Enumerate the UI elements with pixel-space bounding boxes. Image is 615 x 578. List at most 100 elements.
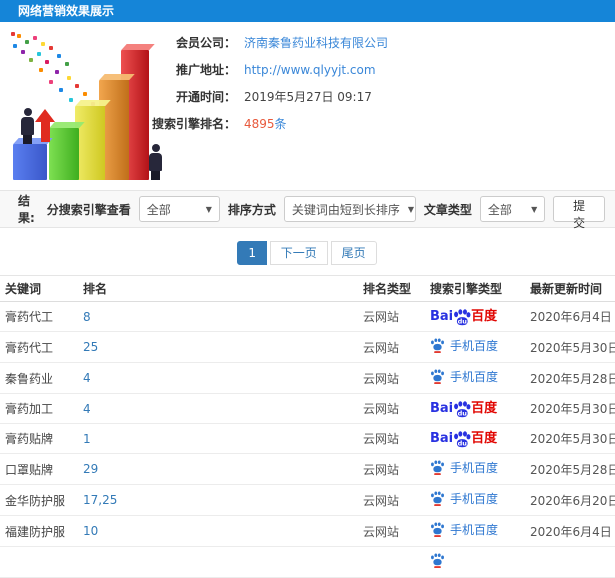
table-row: 膏药代工 25 云网站 手机百度 2020年5月30日 18:06 [0, 331, 615, 363]
member-info-section: 会员公司： 济南秦鲁药业科技有限公司 推广地址： http://www.qlyy… [0, 22, 615, 190]
engine-cell: 手机百度 [425, 515, 525, 547]
page-title: 网络营销效果展示 [0, 0, 615, 22]
table-row: 金华防护服 17,25 云网站 手机百度 2020年6月20日 09:25 [0, 484, 615, 516]
rank-type-cell: 云网站 [358, 453, 425, 485]
update-time-cell: 2020年5月30日 17:58 [525, 423, 615, 454]
update-time-cell: 2020年6月4日 11:10 [525, 515, 615, 547]
rank-type-cell: 云网站 [358, 301, 425, 332]
rank-link[interactable]: 1 [83, 432, 91, 446]
rank-link[interactable]: 8 [83, 310, 91, 324]
baidu-logo-bai-text: Bai [430, 431, 454, 446]
engine-cell: Bai du 百度 [425, 301, 525, 332]
mobile-baidu-logo [430, 553, 450, 568]
baidu-logo: Bai du 百度 [430, 401, 497, 418]
rank-link[interactable]: 4 [83, 371, 91, 385]
mobile-baidu-label: 手机百度 [450, 491, 499, 506]
baidu-logo: Bai du 百度 [430, 309, 498, 326]
sort-filter-label: 排序方式 [227, 202, 276, 217]
rank-type-cell: 云网站 [358, 362, 425, 394]
rank-count-unit: 条 [274, 117, 287, 131]
rank-link[interactable]: 10 [83, 524, 98, 538]
info-row-company: 会员公司： 济南秦鲁药业科技有限公司 [0, 36, 615, 63]
mobile-baidu-label: 手机百度 [450, 338, 499, 353]
mobile-baidu-label: 手机百度 [450, 369, 499, 384]
mobile-baidu-paw-icon [431, 338, 444, 353]
baidu-logo-bai-text: Bai [430, 309, 454, 324]
next-page-button[interactable]: 下一页 [269, 241, 328, 265]
engine-filter-select[interactable]: 全部 ▼ [138, 196, 220, 222]
engine-cell: 手机百度 [425, 484, 525, 516]
baidu-paw-icon: du [454, 401, 471, 418]
svg-text:du: du [458, 440, 468, 448]
up-arrow-icon [35, 109, 55, 142]
rank-link[interactable]: 25 [83, 340, 98, 354]
baidu-logo-cn-text: 百度 [471, 431, 498, 446]
update-time-cell: 2020年5月28日 17:02 [525, 362, 615, 394]
svg-text:du: du [458, 318, 468, 326]
mobile-baidu-label: 手机百度 [450, 460, 499, 475]
results-table: 关键词 排名 排名类型 搜索引擎类型 最新更新时间 膏药代工 8 云网站 Bai… [0, 275, 615, 578]
engine-cell: 手机百度 [425, 362, 525, 394]
table-header-row: 关键词 排名 排名类型 搜索引擎类型 最新更新时间 [0, 275, 615, 302]
company-label: 会员公司： [175, 36, 236, 50]
svg-text:du: du [458, 410, 468, 418]
last-page-button[interactable]: 尾页 [330, 241, 377, 265]
mobile-baidu-paw-icon [431, 460, 444, 475]
baidu-logo: Bai du 百度 [430, 431, 498, 448]
header-rank: 排名 [78, 275, 358, 302]
baidu-logo-cn-text: 百度 [471, 309, 498, 324]
chart-bar-yellow [75, 106, 105, 180]
rank-type-cell: 云网站 [358, 515, 425, 547]
article-type-label: 文章类型 [423, 202, 472, 217]
baidu-paw-icon: du [454, 309, 471, 326]
result-filter-bar: 结果: 分搜索引擎查看 全部 ▼ 排序方式 关键词由短到长排序 ▼ 文章类型 全… [0, 190, 615, 230]
keyword-cell: 膏药加工 [0, 393, 78, 424]
submit-button[interactable]: 提交 [553, 196, 605, 230]
rank-type-cell: 云网站 [358, 393, 425, 424]
rank-link[interactable]: 17,25 [83, 493, 117, 507]
table-row: 膏药代工 8 云网站 Bai du 百度 2020年6月4日 11:15 [0, 301, 615, 332]
engine-cell: 手机百度 [425, 453, 525, 485]
update-time-cell: 2020年5月30日 18:06 [525, 331, 615, 363]
article-type-select[interactable]: 全部 ▼ [479, 196, 546, 222]
update-time-cell: 2020年6月20日 09:25 [525, 484, 615, 516]
keyword-cell [0, 546, 78, 578]
baidu-paw-icon: du [454, 431, 471, 448]
table-row: 口罩贴牌 29 云网站 手机百度 2020年5月28日 16:55 [0, 453, 615, 485]
table-row: 膏药贴牌 1 云网站 Bai du 百度 2020年5月30日 17:58 [0, 423, 615, 454]
header-engine-type: 搜索引擎类型 [425, 275, 525, 302]
table-row: 福建防护服 10 云网站 手机百度 2020年6月4日 11:10 [0, 515, 615, 547]
mobile-baidu-paw-icon [431, 369, 444, 384]
engine-cell: Bai du 百度 [425, 423, 525, 454]
chevron-down-icon: ▼ [531, 204, 538, 214]
mobile-baidu-paw-icon [431, 491, 444, 506]
update-time-cell: 2020年5月28日 16:55 [525, 453, 615, 485]
header-rank-type: 排名类型 [358, 275, 425, 302]
keyword-cell: 膏药代工 [0, 301, 78, 332]
mobile-baidu-label: 手机百度 [450, 522, 499, 537]
chart-bar-blue [13, 144, 47, 180]
engine-cell: 手机百度 [425, 331, 525, 363]
mobile-baidu-logo: 手机百度 [430, 522, 498, 537]
update-time-cell [525, 546, 615, 578]
rank-link[interactable]: 29 [83, 462, 98, 476]
table-row: 秦鲁药业 4 云网站 手机百度 2020年5月28日 17:02 [0, 362, 615, 394]
result-label: 结果: [18, 194, 35, 225]
mobile-baidu-paw-icon [431, 522, 444, 537]
mobile-baidu-logo: 手机百度 [430, 460, 498, 475]
businessman-figure-left [21, 108, 34, 144]
mobile-baidu-logo: 手机百度 [430, 491, 498, 506]
engine-cell [425, 546, 525, 578]
company-name-link[interactable]: 济南秦鲁药业科技有限公司 [244, 36, 388, 63]
promo-url-link[interactable]: http://www.qlyyjt.com [244, 63, 376, 90]
mobile-baidu-logo: 手机百度 [430, 338, 498, 353]
page-button-current[interactable]: 1 [237, 241, 267, 265]
keyword-cell: 金华防护服 [0, 484, 78, 516]
rank-link[interactable]: 4 [83, 402, 91, 416]
businessman-figure-right [149, 144, 162, 180]
header-keyword: 关键词 [0, 275, 78, 302]
mobile-baidu-logo: 手机百度 [430, 369, 498, 384]
sort-order-select[interactable]: 关键词由短到长排序 ▼ [283, 196, 416, 222]
rank-type-cell: 云网站 [358, 331, 425, 363]
header-update-time: 最新更新时间 [525, 275, 615, 302]
